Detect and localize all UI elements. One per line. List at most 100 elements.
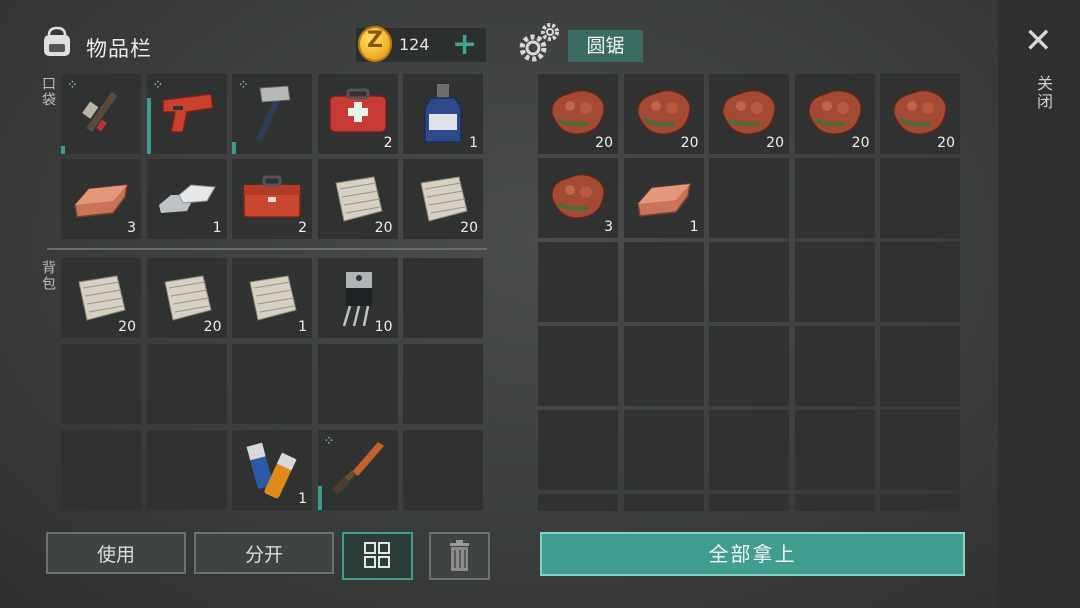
item-count: 1 [469,135,478,151]
first-aid-kit-icon [328,88,387,144]
grid-view-button[interactable] [342,532,413,580]
inventory.pocket_slots-slot[interactable]: 20 [403,159,483,239]
item-count: 20 [595,135,613,151]
item-count: 3 [604,219,613,235]
container.slots-slot[interactable] [623,410,704,490]
item-count: 20 [937,135,955,151]
inventory.pocket_slots-slot[interactable]: 20 [317,159,398,239]
container.slots-slot[interactable]: 20 [538,74,618,154]
inventory.backpack_slots-slot[interactable]: ⁘ [317,430,398,510]
inventory.pocket_slots-slot[interactable]: 2 [232,159,312,239]
inventory.pocket_slots-slot[interactable]: ⁘ [61,74,141,154]
durability-bar [146,98,151,154]
copper-ingot-icon [636,183,691,217]
mod-indicator-icon: ⁘ [67,78,78,93]
item-count: 1 [212,220,222,236]
container.slots-slot[interactable] [623,242,704,322]
inventory.backpack_slots-slot[interactable] [317,344,398,424]
inventory.backpack_slots-slot[interactable] [403,344,483,424]
section-divider [47,248,487,250]
backpack-icon [44,26,70,56]
container-title: 圆锯 [568,30,643,62]
grid-icon [364,542,390,568]
item-count: 10 [374,319,393,335]
container.slots-slot[interactable] [794,242,875,322]
container.slots-slot[interactable] [538,242,618,322]
inventory.pocket_slots-slot[interactable]: 1 [403,74,483,154]
currency-count: 124 [399,35,430,54]
item-count: 20 [203,319,222,335]
durability-bar [232,142,236,154]
item-count: 1 [689,219,699,235]
inventory.backpack_slots-slot[interactable] [403,258,483,338]
inventory.backpack_slots-slot[interactable]: 1 [232,258,312,338]
inventory.backpack_slots-slot[interactable] [232,344,312,424]
container.slots-slot[interactable]: 20 [794,74,875,154]
container.slots-slot[interactable] [538,494,618,511]
container.slots-slot[interactable] [538,410,618,490]
container.slots-slot[interactable] [880,242,960,322]
container.slots-slot[interactable] [623,326,704,406]
container.slots-slot[interactable]: 3 [538,158,618,238]
container.slots-slot[interactable] [794,158,875,238]
trash-icon [450,540,469,571]
use-button[interactable]: 使用 [46,532,186,574]
container.slots-slot[interactable] [709,158,789,238]
pocket-label: 口袋 [40,76,56,108]
item-count: 20 [766,135,784,151]
inventory.pocket_slots-slot[interactable]: 3 [61,159,141,239]
inventory.backpack_slots-slot[interactable] [146,430,227,510]
container.slots-slot[interactable] [880,326,960,406]
container.slots-slot[interactable]: 20 [880,74,960,154]
mod-indicator-icon: ⁘ [323,434,335,449]
copper-ingot-icon [74,184,128,218]
backpack-label: 背包 [40,260,56,292]
container.slots-slot[interactable] [794,410,875,490]
container.slots-slot[interactable] [880,410,960,490]
inventory.backpack_slots-slot[interactable] [61,430,141,510]
mod-indicator-icon: ⁘ [238,78,249,93]
inventory.backpack_slots-slot[interactable]: 20 [146,258,227,338]
take-all-button[interactable]: 全部拿上 [540,532,965,576]
silver-bars-icon [158,184,216,213]
container.slots-slot[interactable] [709,326,789,406]
container.slots-slot[interactable]: 20 [709,74,789,154]
split-button[interactable]: 分开 [194,532,334,574]
container.slots-slot[interactable] [709,242,789,322]
inventory.pocket_slots-slot[interactable]: ⁘ [146,74,227,154]
inventory.backpack_slots-slot[interactable] [146,344,227,424]
coin-symbol: Z [367,28,383,53]
batteries-icon [246,442,297,499]
inventory.pocket_slots-slot[interactable]: 1 [146,159,227,239]
inventory.backpack_slots-slot[interactable]: 10 [317,258,398,338]
container.slots-slot[interactable]: 20 [623,74,704,154]
inventory.pocket_slots-slot[interactable]: 2 [317,74,398,154]
item-count: 1 [298,491,307,507]
container.slots-slot[interactable] [880,158,960,238]
cloth-icon [249,275,297,321]
inventory.pocket_slots-slot[interactable]: ⁘ [232,74,312,154]
container.slots-slot[interactable] [794,326,875,406]
item-count: 1 [298,319,307,335]
close-label[interactable]: 关闭 [1031,75,1055,111]
item-count: 20 [118,319,136,335]
close-icon[interactable]: ✕ [1024,24,1053,58]
inventory.backpack_slots-slot[interactable] [61,344,141,424]
toolbox-icon [243,175,301,218]
container.slots-slot[interactable] [709,410,789,490]
inventory.backpack_slots-slot[interactable] [403,430,483,510]
item-count: 20 [460,220,478,236]
item-count: 20 [680,135,699,151]
inventory.backpack_slots-slot[interactable]: 20 [61,258,141,338]
container.slots-slot[interactable] [538,326,618,406]
container.slots-slot[interactable]: 1 [623,158,704,238]
container.slots-slot[interactable] [623,494,704,511]
container.slots-slot[interactable] [709,494,789,511]
add-currency-button[interactable]: + [452,28,477,62]
container.slots-slot[interactable] [880,494,960,511]
durability-bar [61,146,65,154]
inventory.backpack_slots-slot[interactable]: 1 [232,430,312,510]
container.slots-slot[interactable] [794,494,875,511]
trash-button[interactable] [429,532,490,580]
item-count: 20 [374,220,393,236]
